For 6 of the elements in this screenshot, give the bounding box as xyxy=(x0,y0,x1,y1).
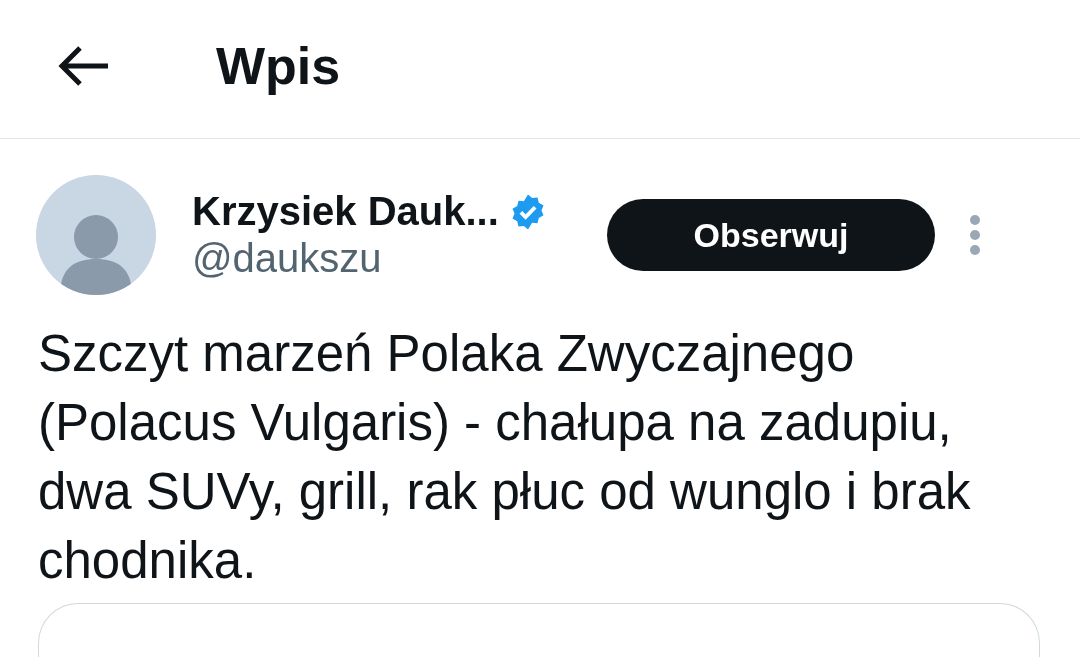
author-handle[interactable]: @daukszu xyxy=(192,236,607,282)
author-name[interactable]: Krzysiek Dauk... xyxy=(192,189,499,235)
post-text: Szczyt marzeń Polaka Zwyczajnego (Polacus Vulgaris) - chałupa na zadupiu, dwa SUVy, grill, rak płuc od wunglo i brak chodnika. xyxy=(38,324,972,592)
follow-button[interactable]: Obserwuj xyxy=(607,199,935,272)
more-vertical-icon xyxy=(969,214,981,257)
page-title: Wpis xyxy=(216,36,341,97)
